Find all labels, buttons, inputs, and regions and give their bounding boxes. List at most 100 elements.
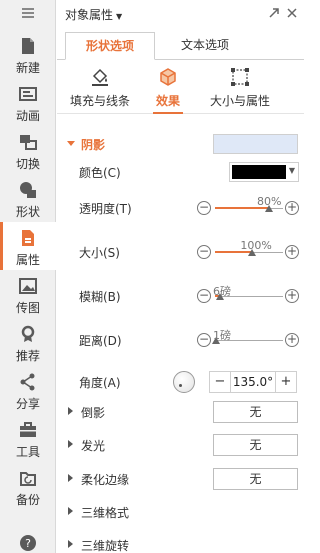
- rail-item-upload-image[interactable]: 传图: [0, 270, 56, 318]
- rail-item-animation[interactable]: 动画: [0, 78, 56, 126]
- panel-title: 对象属性: [65, 8, 114, 22]
- increase-button[interactable]: +: [285, 333, 299, 347]
- decrease-button[interactable]: −: [197, 201, 211, 215]
- increase-button[interactable]: +: [285, 289, 299, 303]
- transition-icon: [20, 135, 37, 150]
- upload-image-icon: [19, 278, 37, 294]
- subtab-size-properties[interactable]: 大小与属性: [205, 62, 275, 114]
- distance-label: 距离(D): [79, 334, 122, 348]
- glow-label: 发光: [81, 439, 106, 453]
- sub-tabs: 填充与线条 效果 大小与属性: [57, 62, 304, 114]
- glow-preset-select[interactable]: 无: [213, 434, 298, 456]
- decrease-button[interactable]: −: [197, 333, 211, 347]
- size-slider[interactable]: − 100% +: [197, 238, 301, 266]
- decrease-button[interactable]: −: [197, 245, 211, 259]
- menu-icon: [22, 8, 34, 18]
- rail-item-backup[interactable]: 备份: [0, 462, 56, 510]
- blur-slider[interactable]: − 6磅 +: [197, 282, 301, 310]
- property-icon: [22, 230, 34, 246]
- rail-label: 分享: [15, 397, 40, 411]
- reflection-section-header[interactable]: 倒影 无: [57, 398, 304, 426]
- slider-value: 1磅: [213, 329, 231, 342]
- collapse-arrow-icon: [68, 407, 73, 415]
- rail-item-transition[interactable]: 切换: [0, 126, 56, 174]
- rail-menu-button[interactable]: [0, 0, 56, 28]
- transparency-row: 透明度(T) − 80% +: [57, 194, 304, 222]
- rail-item-toolbox[interactable]: 工具: [0, 414, 56, 462]
- color-label: 颜色(C): [79, 166, 121, 180]
- soft-edges-label: 柔化边缘: [81, 473, 130, 487]
- rail-label: 动画: [15, 109, 40, 123]
- angle-value-input[interactable]: 135.0°: [230, 372, 276, 392]
- increase-button[interactable]: +: [285, 201, 299, 215]
- subtab-label: 效果: [155, 94, 180, 108]
- size-row: 大小(S) − 100% +: [57, 238, 304, 266]
- rail-item-recommend[interactable]: 推荐: [0, 318, 56, 366]
- 3d-rotation-label: 三维旋转: [81, 539, 130, 553]
- slider-value: 80%: [257, 195, 282, 208]
- increase-button[interactable]: +: [285, 245, 299, 259]
- reflection-preset-select[interactable]: 无: [213, 401, 298, 423]
- subtab-fill-line[interactable]: 填充与线条: [65, 62, 135, 114]
- rail-label: 传图: [15, 301, 40, 315]
- angle-decrease-button[interactable]: −: [210, 372, 230, 392]
- soft-edges-preset-select[interactable]: 无: [213, 468, 298, 490]
- blur-label: 模糊(B): [79, 290, 121, 304]
- angle-row: 角度(A) − 135.0° +: [57, 368, 304, 396]
- rail-label: 推荐: [15, 349, 40, 363]
- shadow-preset-picker[interactable]: [213, 134, 298, 154]
- angle-label: 角度(A): [79, 376, 121, 390]
- soft-edges-section-header[interactable]: 柔化边缘 无: [57, 465, 304, 493]
- pin-icon[interactable]: [267, 6, 281, 20]
- rail-label: 新建: [15, 61, 40, 75]
- tab-shape-options[interactable]: 形状选项: [65, 32, 155, 60]
- collapse-arrow-icon: [68, 474, 73, 482]
- panel-header: 对象属性 ▼: [57, 0, 304, 28]
- slider-value: 6磅: [213, 285, 231, 298]
- collapse-arrow-icon: [68, 507, 73, 515]
- rail-item-help[interactable]: ?: [0, 530, 56, 553]
- shadow-section-title: 阴影: [81, 138, 106, 152]
- slider-value: 100%: [240, 239, 272, 252]
- 3d-format-section-header[interactable]: 三维格式: [57, 498, 304, 526]
- share-icon: [20, 373, 35, 391]
- rail-label: 切换: [15, 157, 40, 171]
- expand-arrow-icon: [67, 141, 75, 146]
- rail-item-share[interactable]: 分享: [0, 366, 56, 414]
- paint-bucket-icon: [92, 68, 108, 86]
- angle-increase-button[interactable]: +: [276, 372, 296, 392]
- panel-title-dropdown[interactable]: 对象属性 ▼: [65, 6, 122, 23]
- color-swatch: [232, 165, 286, 179]
- decrease-button[interactable]: −: [197, 289, 211, 303]
- rail-item-shape[interactable]: 形状: [0, 174, 56, 222]
- rail-label: 备份: [15, 493, 40, 507]
- subtab-label: 填充与线条: [69, 94, 130, 108]
- rail-item-property[interactable]: 属性: [0, 222, 56, 270]
- angle-dial[interactable]: [173, 371, 195, 393]
- collapse-arrow-icon: [68, 440, 73, 448]
- new-doc-icon: [22, 38, 34, 54]
- shadow-color-row: 颜色(C) ▼: [57, 158, 304, 186]
- shadow-section-header[interactable]: 阴影: [57, 130, 304, 158]
- dropdown-arrow-icon: ▼: [288, 166, 295, 175]
- reflection-label: 倒影: [81, 406, 106, 420]
- collapse-arrow-icon: [68, 540, 73, 548]
- size-label: 大小(S): [79, 246, 120, 260]
- blur-row: 模糊(B) − 6磅 +: [57, 282, 304, 310]
- glow-section-header[interactable]: 发光 无: [57, 431, 304, 459]
- distance-slider[interactable]: − 1磅 +: [197, 326, 301, 354]
- close-icon[interactable]: [285, 6, 299, 20]
- subtab-effects[interactable]: 效果: [147, 62, 189, 114]
- 3d-rotation-section-header[interactable]: 三维旋转: [57, 531, 304, 553]
- tab-text-options[interactable]: 文本选项: [165, 32, 245, 60]
- caret-down-icon: ▼: [116, 12, 123, 21]
- cube-effect-icon: [160, 68, 176, 86]
- transparency-slider[interactable]: − 80% +: [197, 194, 301, 222]
- rail-label: 属性: [15, 253, 40, 267]
- recommend-icon: [21, 325, 35, 342]
- shadow-color-picker[interactable]: ▼: [229, 162, 299, 182]
- 3d-format-label: 三维格式: [81, 506, 130, 520]
- option-tabs: 形状选项 文本选项: [57, 28, 304, 60]
- rail-item-new[interactable]: 新建: [0, 30, 56, 78]
- rail-label: 形状: [15, 205, 40, 219]
